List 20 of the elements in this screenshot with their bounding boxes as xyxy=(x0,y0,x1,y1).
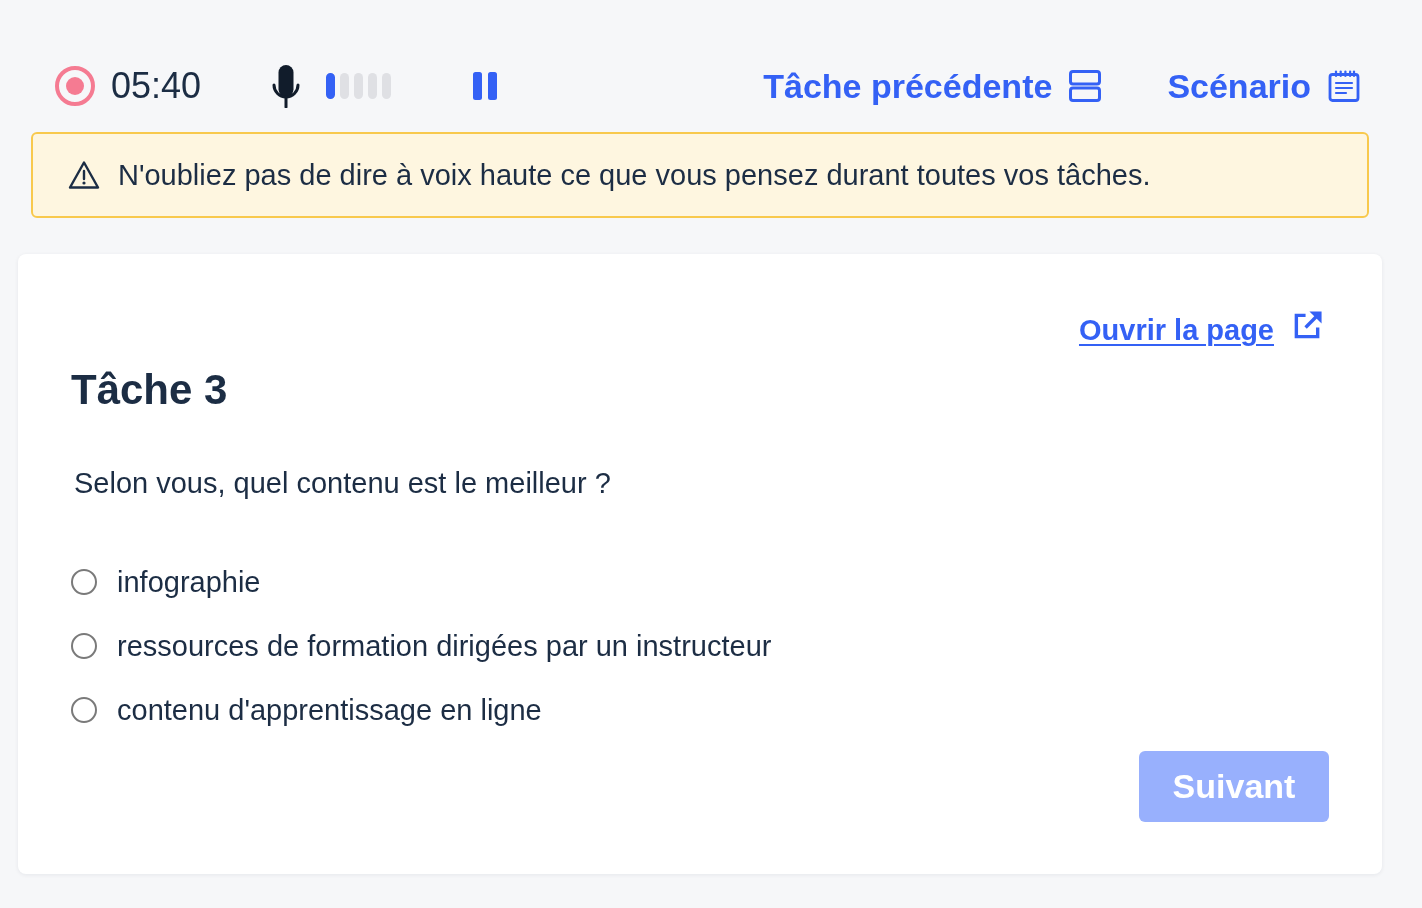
reminder-message: N'oubliez pas de dire à voix haute ce que vous pensez durant toutes vos tâches. xyxy=(118,158,1151,193)
radio-button[interactable] xyxy=(71,633,97,659)
microphone-icon xyxy=(272,64,300,108)
pause-icon xyxy=(473,72,498,100)
recording-timer: 05:40 xyxy=(111,65,202,107)
scenario-button[interactable]: Scénario xyxy=(1167,65,1360,107)
task-question: Selon vous, quel contenu est le meilleur ? xyxy=(73,466,611,501)
task-title: Tâche 3 xyxy=(71,366,228,414)
radio-button[interactable] xyxy=(71,569,97,595)
option-label[interactable]: ressources de formation dirigées par un instructeur xyxy=(117,628,772,664)
warning-icon xyxy=(68,160,100,190)
external-link-icon xyxy=(1292,310,1323,341)
rows-icon xyxy=(1069,70,1102,102)
previous-task-button[interactable]: Tâche précédente xyxy=(763,65,1102,107)
option-label[interactable]: infographie xyxy=(117,564,261,600)
radio-button[interactable] xyxy=(71,697,97,723)
open-page-link[interactable]: Ouvrir la page xyxy=(1079,310,1323,350)
option-label[interactable]: contenu d'apprentissage en ligne xyxy=(117,692,542,728)
pause-button[interactable] xyxy=(473,72,498,100)
notepad-icon xyxy=(1328,70,1360,102)
